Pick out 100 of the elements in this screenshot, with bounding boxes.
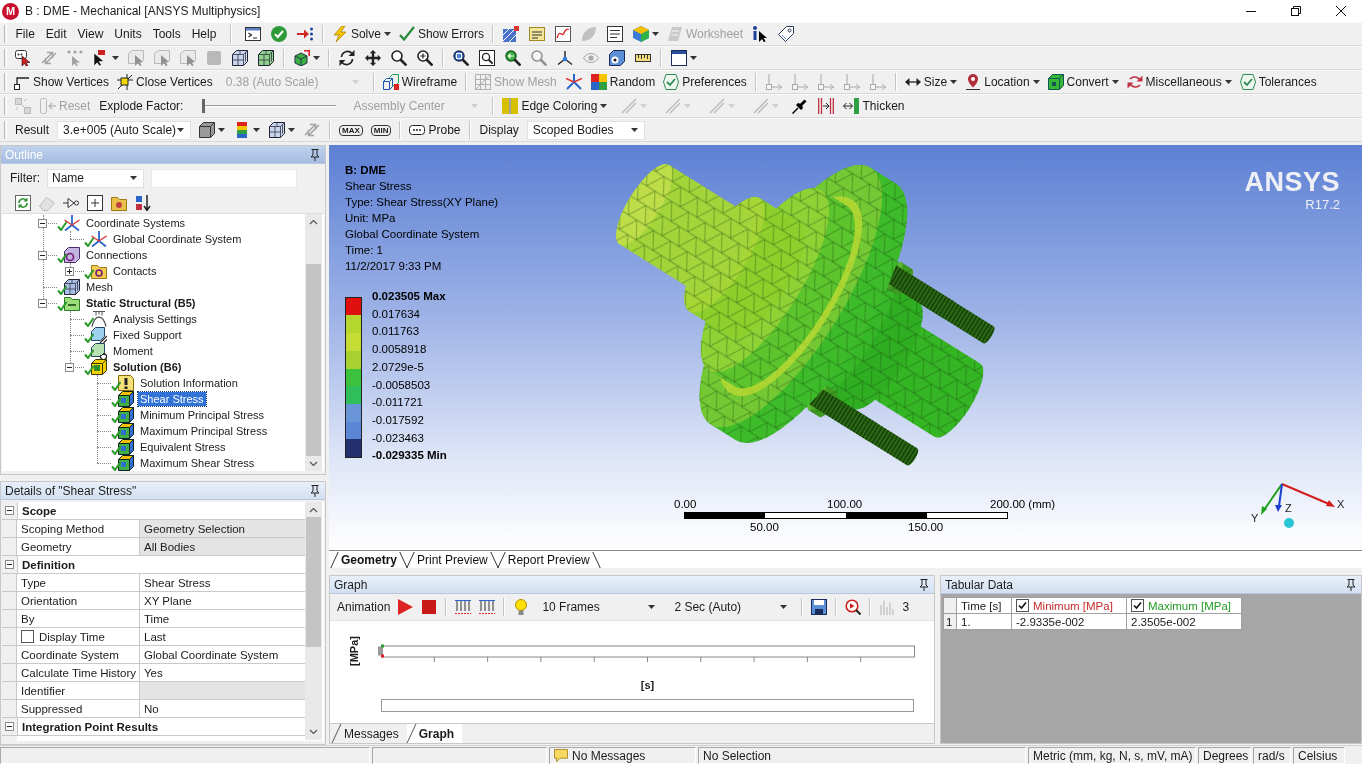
tree-item[interactable]: Moment (111, 344, 155, 358)
terminal-window-icon[interactable] (244, 26, 261, 42)
menu-item[interactable]: View (72, 27, 109, 41)
toolbar-button[interactable]: Solve (327, 23, 395, 45)
tree-item[interactable]: Solution Information (138, 376, 240, 390)
axis-star-icon[interactable] (565, 74, 582, 90)
toolbar-button[interactable]: Tolerances (1235, 71, 1321, 93)
vertical-scrollbar[interactable] (305, 502, 322, 740)
tree-item[interactable]: Equivalent Stress (138, 440, 228, 454)
check-circle-icon[interactable] (270, 26, 287, 42)
info-cursor-icon[interactable] (752, 26, 769, 42)
tag-cursor-icon[interactable] (15, 50, 31, 66)
tree-item[interactable]: Global Coordinate System (111, 232, 244, 246)
play-icon[interactable] (397, 599, 414, 615)
zoom-box-icon[interactable] (479, 50, 495, 66)
rotate-icon[interactable] (339, 50, 355, 66)
filter-dropdown[interactable]: Name (47, 168, 144, 188)
tree-item[interactable]: Minimum Principal Stress (138, 408, 267, 422)
toolbar-button[interactable]: Random (586, 71, 660, 93)
tree-item[interactable]: Coordinate Systems (84, 216, 188, 230)
toolbar-button[interactable]: Location (961, 71, 1044, 93)
zoom-in-icon[interactable] (417, 50, 433, 66)
lined-frame-icon[interactable] (606, 26, 623, 42)
menu-item[interactable]: Help (186, 27, 222, 41)
view-tab[interactable]: Print Preview (407, 551, 498, 568)
collapse-toggle-icon[interactable] (38, 298, 47, 308)
tree-item[interactable]: Contacts (111, 264, 159, 278)
toolbar-button[interactable]: Size (900, 71, 962, 93)
tree-item[interactable]: Mesh (84, 280, 115, 294)
collapse-toggle-icon[interactable] (38, 250, 47, 260)
close-icon[interactable] (1336, 6, 1346, 16)
timeline-track[interactable] (381, 699, 914, 712)
tree-item[interactable]: Solution (B6) (111, 360, 184, 374)
checkbox[interactable] (1131, 599, 1144, 612)
axis-triad-icon[interactable] (557, 50, 573, 66)
collapse-toggle-icon[interactable] (38, 218, 47, 228)
zoom-icon[interactable] (391, 50, 407, 66)
tree-item[interactable]: Fixed Support (111, 328, 184, 342)
view-tab[interactable]: Report Preview (497, 551, 600, 568)
tree-item[interactable]: Static Structural (B5) (84, 296, 198, 310)
vertical-scrollbar[interactable] (305, 214, 322, 471)
toolbar-button[interactable]: Convert (1043, 71, 1123, 93)
frames-dropdown[interactable]: 10 Frames (536, 597, 663, 617)
duration-dropdown[interactable]: 2 Sec (Auto) (668, 597, 795, 617)
bars-arrow-icon[interactable] (818, 98, 835, 114)
sort-icon[interactable] (135, 194, 151, 211)
checkbox[interactable] (21, 630, 34, 643)
arrow-dots-icon[interactable] (296, 26, 313, 42)
tree-item[interactable]: Analysis Settings (111, 312, 199, 326)
checkbox[interactable] (1016, 599, 1029, 612)
toolbar-button[interactable]: Preferences (659, 71, 751, 93)
box-eye-icon[interactable] (609, 50, 625, 66)
toolbar-button[interactable]: Show Errors (394, 23, 488, 45)
collapse-toggle-icon[interactable] (5, 722, 14, 731)
push-pin-icon[interactable] (792, 98, 809, 114)
hatched-square-icon[interactable] (502, 26, 519, 42)
collapse-toggle-icon[interactable] (5, 560, 14, 569)
view-tab[interactable]: Geometry (331, 551, 408, 568)
toolbar-button[interactable]: Thicken (839, 95, 909, 117)
stop-icon[interactable] (421, 599, 438, 615)
scale-dropdown[interactable]: 3.e+005 (Auto Scale) (57, 120, 191, 140)
toolbar-button[interactable]: Close Vertices (113, 71, 217, 93)
mesh-cube-icon[interactable] (232, 50, 248, 66)
toolbar-button[interactable]: MIN (366, 119, 396, 141)
expand-toggle-icon[interactable] (65, 266, 74, 276)
restore-icon[interactable] (1291, 6, 1301, 16)
toolbar-button[interactable]: Miscellaneous (1122, 71, 1236, 93)
toolbar-button[interactable]: Show Vertices (10, 71, 114, 93)
display-dropdown[interactable]: Scoped Bodies (526, 120, 645, 140)
toolbar-button[interactable]: MAX (335, 119, 367, 141)
tree-item[interactable]: Connections (84, 248, 150, 262)
bar-ticks-icon[interactable] (455, 599, 472, 615)
bar-ticks-icon[interactable] (479, 599, 496, 615)
slider-thumb[interactable] (202, 99, 206, 113)
zoom-square-icon[interactable] (453, 50, 469, 66)
menu-item[interactable]: Edit (40, 27, 73, 41)
magnifier-play-icon[interactable] (845, 599, 862, 615)
move-icon[interactable] (365, 50, 381, 66)
toolbar-button[interactable]: Probe (405, 119, 465, 141)
collapse-toggle-icon[interactable] (5, 506, 14, 515)
tree-item[interactable]: Shear Stress (138, 392, 206, 406)
tag-icon[interactable] (778, 26, 795, 42)
mesh-cube-icon[interactable] (258, 50, 274, 66)
panel-tab[interactable]: Messages (332, 724, 407, 743)
collapse-toggle-icon[interactable] (65, 362, 74, 372)
refresh-icon[interactable] (15, 194, 31, 211)
panel-tab[interactable]: Graph (406, 724, 463, 743)
tree-item[interactable]: Maximum Principal Stress (138, 424, 270, 438)
zoom-arrow-icon[interactable] (505, 50, 521, 66)
lined-tile-icon[interactable] (528, 26, 545, 42)
light-bulb-icon[interactable] (513, 599, 530, 615)
curve-box-icon[interactable] (554, 26, 571, 42)
menu-item[interactable]: Units (108, 27, 148, 41)
plus-box-icon[interactable] (87, 194, 103, 211)
toolbar-button[interactable]: Edge Coloring (498, 95, 612, 117)
folder-icon[interactable] (111, 194, 127, 211)
toolbar-button[interactable]: Wireframe (378, 71, 462, 93)
tree-item[interactable]: Maximum Shear Stress (138, 456, 257, 470)
menu-item[interactable]: File (10, 27, 41, 41)
menu-item[interactable]: Tools (147, 27, 187, 41)
